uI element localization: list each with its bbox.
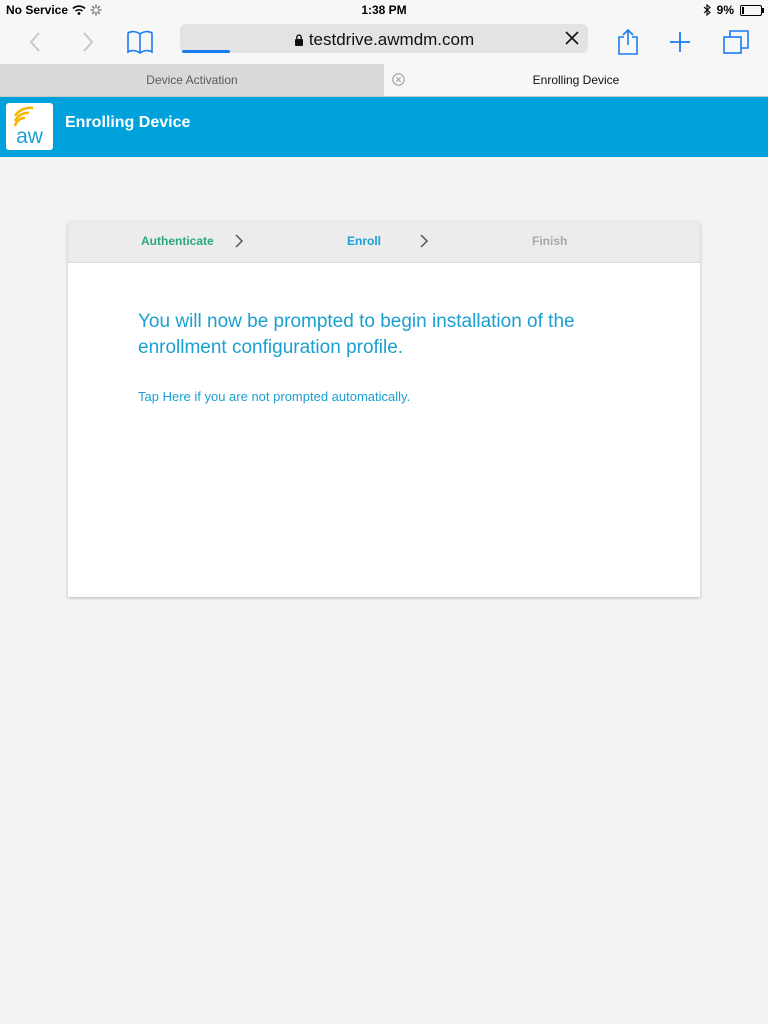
lock-icon bbox=[294, 34, 303, 46]
battery-fill bbox=[742, 6, 744, 14]
url-text: testdrive.awmdm.com bbox=[308, 30, 475, 49]
tab-label: Device Activation bbox=[146, 73, 238, 87]
step-finish: Finish bbox=[532, 234, 568, 248]
chevron-right-icon bbox=[420, 234, 429, 248]
bookmarks-icon bbox=[127, 30, 153, 54]
share-icon bbox=[618, 28, 638, 55]
browser-toolbar: testdrive.awmdm.com bbox=[0, 20, 768, 64]
close-circle-icon bbox=[392, 73, 405, 86]
share-button[interactable] bbox=[614, 20, 642, 64]
logo-text: aw bbox=[16, 125, 44, 148]
forward-button[interactable] bbox=[75, 20, 101, 64]
tab-strip: Device Activation Enrolling Device bbox=[0, 64, 768, 97]
tabs-icon bbox=[723, 30, 749, 54]
bluetooth-icon bbox=[703, 4, 711, 16]
tab-label: Enrolling Device bbox=[532, 73, 620, 87]
status-time: 1:38 PM bbox=[361, 3, 407, 17]
url-display[interactable]: testdrive.awmdm.com bbox=[180, 30, 588, 50]
address-bar[interactable]: testdrive.awmdm.com bbox=[180, 24, 588, 53]
tabs-overview-button[interactable] bbox=[720, 20, 752, 64]
back-button[interactable] bbox=[22, 20, 48, 64]
page-title: Enrolling Device bbox=[65, 114, 191, 131]
step-enroll: Enroll bbox=[347, 234, 382, 248]
tap-here-link[interactable]: Tap Here if you are not prompted automat… bbox=[138, 389, 410, 404]
enrollment-message: You will now be prompted to begin instal… bbox=[138, 311, 575, 358]
tab-enrolling-device[interactable]: Enrolling Device bbox=[384, 64, 768, 96]
tab-device-activation[interactable]: Device Activation bbox=[0, 64, 384, 96]
status-bar: No Service 1:38 PM 9% bbox=[0, 0, 768, 20]
bookmarks-button[interactable] bbox=[124, 20, 156, 64]
enrollment-card: Authenticate Enroll Finish You will now … bbox=[68, 222, 700, 597]
logo-icon: aw bbox=[13, 106, 44, 148]
status-right: 9% bbox=[703, 3, 764, 17]
battery-icon bbox=[740, 4, 764, 16]
battery-percent: 9% bbox=[716, 3, 734, 17]
page-load-progress bbox=[182, 50, 230, 53]
step-authenticate: Authenticate bbox=[141, 234, 214, 248]
chevron-right-icon bbox=[235, 234, 244, 248]
close-tab-button[interactable] bbox=[392, 73, 405, 86]
new-tab-button[interactable] bbox=[666, 20, 694, 64]
back-icon bbox=[29, 32, 40, 52]
stop-loading-button[interactable] bbox=[562, 28, 582, 48]
airwatch-logo: aw bbox=[6, 103, 53, 150]
app-header: aw Enrolling Device bbox=[0, 97, 768, 157]
step-progress-bar: Authenticate Enroll Finish bbox=[68, 222, 700, 263]
close-icon bbox=[565, 31, 579, 45]
add-icon bbox=[670, 32, 690, 52]
forward-icon bbox=[83, 32, 94, 52]
